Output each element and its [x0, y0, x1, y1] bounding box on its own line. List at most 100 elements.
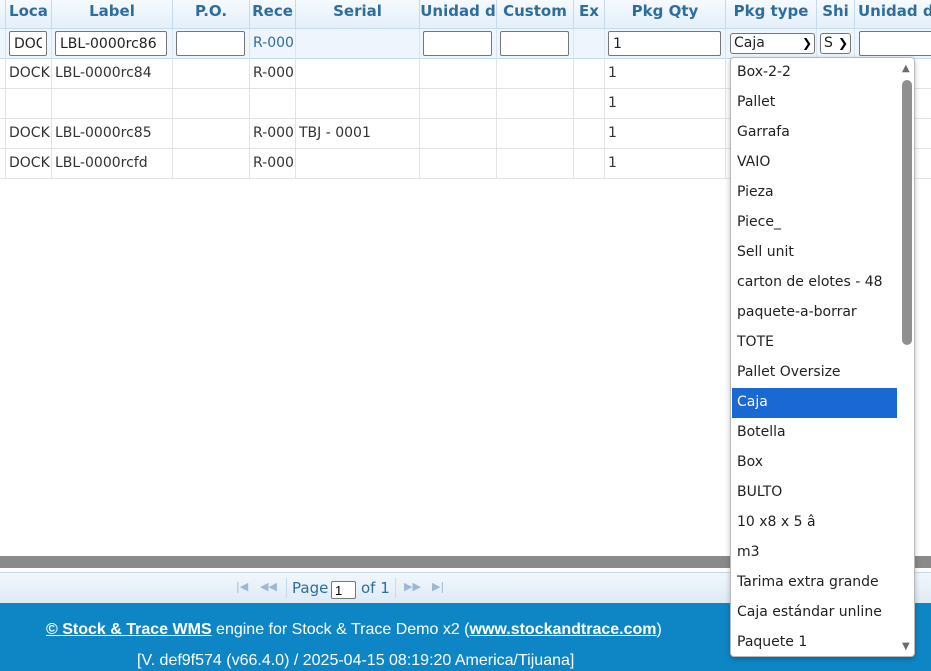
filter-location-input[interactable]: [9, 31, 47, 56]
pkg-type-select[interactable]: Caja ❯: [730, 33, 815, 54]
header-serial[interactable]: Serial: [296, 0, 420, 29]
cell-po: [173, 59, 250, 89]
page-number-input[interactable]: [331, 581, 356, 599]
dropdown-option[interactable]: Pallet Oversize: [732, 358, 897, 388]
cell-receipt: R-000: [250, 119, 296, 149]
dropdown-option[interactable]: Pallet: [732, 88, 897, 118]
chevron-down-icon: ❯: [837, 36, 848, 50]
filter-serial-cell: [296, 29, 420, 59]
filter-unidad-input[interactable]: [423, 31, 492, 56]
header-unidad[interactable]: Unidad d: [420, 0, 497, 29]
footer-close-paren: ): [656, 621, 662, 638]
dropdown-option[interactable]: Pieza: [732, 178, 897, 208]
dropdown-option[interactable]: 10 x8 x 5 â: [732, 508, 897, 538]
header-receipt[interactable]: Rece: [250, 0, 296, 29]
cell-pkg-qty: 1: [605, 119, 726, 149]
filter-row: R-000 Caja ❯ S ❯: [0, 29, 931, 59]
dropdown-option[interactable]: BULTO: [732, 478, 897, 508]
dropdown-option[interactable]: Caja estándar unline: [732, 598, 897, 628]
dropdown-option[interactable]: VAIO: [732, 148, 897, 178]
cell-unidad: [420, 59, 497, 89]
cell-pkg-qty: 1: [605, 89, 726, 119]
cell-po: [173, 119, 250, 149]
ship-selected-value: S: [824, 35, 833, 51]
header-custom[interactable]: Custom: [497, 0, 574, 29]
dropdown-option[interactable]: m3: [732, 538, 897, 568]
scrollbar-thumb[interactable]: [902, 80, 912, 345]
cell-pkg-qty: 1: [605, 59, 726, 89]
dropdown-option[interactable]: Paquete 1: [732, 628, 897, 656]
header-unidad-de[interactable]: Unidad de: [855, 0, 931, 29]
cell-pkg-qty: 1: [605, 149, 726, 179]
cell-custom: [497, 119, 574, 149]
filter-label-input[interactable]: [55, 31, 167, 56]
pkg-type-selected-value: Caja: [734, 35, 765, 51]
dropdown-scrollbar[interactable]: ▲ ▼: [899, 58, 914, 656]
filter-label-cell: [52, 29, 173, 59]
filter-unidad-de-cell: [855, 29, 931, 59]
dropdown-option[interactable]: Box: [732, 448, 897, 478]
filter-po-cell: [173, 29, 250, 59]
cell-custom: [497, 59, 574, 89]
filter-ship-cell: S ❯: [817, 29, 855, 59]
dropdown-option[interactable]: Tarima extra grande: [732, 568, 897, 598]
filter-pkg-type-cell: Caja ❯: [726, 29, 817, 59]
header-pkg-qty[interactable]: Pkg Qty: [605, 0, 726, 29]
pager-separator: [286, 578, 287, 598]
dropdown-option[interactable]: Botella: [732, 418, 897, 448]
pager-separator: [395, 578, 396, 598]
footer-engine-text: engine for Stock & Trace Demo x2 (: [211, 621, 470, 638]
dropdown-option[interactable]: TOTE: [732, 328, 897, 358]
site-link[interactable]: www.stockandtrace.com: [470, 621, 657, 638]
brand-link[interactable]: © Stock & Trace WMS: [46, 621, 212, 638]
cell-receipt: R-000: [250, 59, 296, 89]
filter-ex-cell: [574, 29, 605, 59]
first-page-icon[interactable]: |◀: [236, 580, 248, 593]
cell-location: DOCK: [6, 59, 52, 89]
filter-unidad-de-input[interactable]: [859, 31, 931, 56]
filter-po-input[interactable]: [176, 31, 245, 56]
cell-location: [6, 89, 52, 119]
header-ex[interactable]: Ex: [574, 0, 605, 29]
header-po[interactable]: P.O.: [173, 0, 250, 29]
filter-receipt-value[interactable]: R-000: [253, 29, 295, 57]
filter-receipt-cell: R-000: [250, 29, 296, 59]
dropdown-option[interactable]: paquete-a-borrar: [732, 298, 897, 328]
cell-label: [52, 89, 173, 119]
last-page-icon[interactable]: ▶|: [432, 580, 444, 593]
dropdown-option[interactable]: Garrafa: [732, 118, 897, 148]
cell-serial: [296, 59, 420, 89]
dropdown-option[interactable]: carton de elotes - 48: [732, 268, 897, 298]
cell-receipt: [250, 89, 296, 119]
cell-label: LBL-0000rc84: [52, 59, 173, 89]
header-label[interactable]: Label: [52, 0, 173, 29]
cell-custom: [497, 89, 574, 119]
dropdown-option[interactable]: Box-2-2: [732, 58, 897, 88]
dropdown-option[interactable]: Piece_: [732, 208, 897, 238]
filter-unidad-cell: [420, 29, 497, 59]
ship-select[interactable]: S ❯: [820, 33, 851, 54]
cell-unidad: [420, 119, 497, 149]
filter-custom-cell: [497, 29, 574, 59]
cell-ex: [574, 119, 605, 149]
pkg-type-dropdown[interactable]: Box-2-2 Pallet Garrafa VAIO Pieza Piece_…: [730, 57, 915, 657]
cell-po: [173, 149, 250, 179]
page-count-label: of 1: [361, 579, 390, 597]
prev-page-icon[interactable]: ◀◀: [260, 580, 277, 593]
scroll-up-icon[interactable]: ▲: [902, 63, 910, 74]
next-page-icon[interactable]: ▶▶: [404, 580, 421, 593]
dropdown-option[interactable]: Sell unit: [732, 238, 897, 268]
scroll-down-icon[interactable]: ▼: [902, 641, 910, 652]
cell-serial: [296, 89, 420, 119]
filter-pkg-qty-input[interactable]: [608, 31, 721, 56]
filter-custom-input[interactable]: [500, 31, 569, 56]
cell-location: DOCK: [6, 149, 52, 179]
cell-ex: [574, 149, 605, 179]
page-label: Page: [292, 579, 329, 597]
header-ship[interactable]: Shi: [817, 0, 855, 29]
cell-receipt: R-000: [250, 149, 296, 179]
header-pkg-type[interactable]: Pkg type: [726, 0, 817, 29]
header-location[interactable]: Loca: [6, 0, 52, 29]
cell-ex: [574, 89, 605, 119]
dropdown-option-selected[interactable]: Caja: [732, 388, 897, 418]
